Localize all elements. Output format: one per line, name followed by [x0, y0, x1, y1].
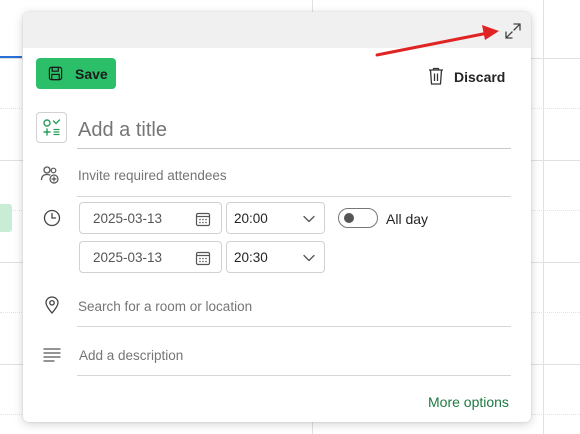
start-time-picker[interactable]: 20:00 — [226, 202, 325, 234]
current-time-indicator — [0, 56, 22, 58]
category-icon — [43, 119, 61, 136]
end-date-value: 2025-03-13 — [93, 250, 163, 265]
expand-diagonal-icon — [505, 23, 521, 39]
start-date-picker[interactable]: 2025-03-13 — [79, 202, 222, 234]
all-day-toggle[interactable] — [338, 208, 378, 228]
attendees-underline — [77, 196, 511, 197]
save-button-label: Save — [75, 66, 108, 82]
calendar-column-divider — [543, 0, 544, 434]
end-time-value: 20:30 — [234, 250, 268, 265]
chevron-down-icon — [303, 254, 315, 262]
toggle-knob — [344, 213, 354, 223]
text-lines-icon — [43, 348, 61, 362]
trash-icon — [429, 67, 443, 85]
save-button[interactable]: Save — [36, 58, 116, 89]
start-time-value: 20:00 — [234, 211, 268, 226]
event-title-input[interactable] — [78, 117, 511, 143]
all-day-label: All day — [386, 211, 429, 227]
selected-slot-indicator — [0, 204, 12, 232]
description-input[interactable] — [79, 345, 499, 365]
location-pin-icon — [45, 296, 59, 314]
calendar-icon — [195, 212, 211, 227]
attendees-input[interactable] — [78, 165, 498, 185]
location-input[interactable] — [78, 296, 498, 316]
chevron-down-icon — [303, 215, 315, 223]
clock-icon — [43, 209, 61, 227]
more-options-link[interactable]: More options — [428, 394, 509, 410]
description-underline — [77, 375, 511, 376]
discard-button-label: Discard — [454, 69, 506, 85]
new-event-popup: Save Discard 2025-03-13 — [23, 12, 531, 422]
popup-header — [23, 12, 531, 48]
expand-button[interactable] — [503, 21, 523, 41]
people-add-icon — [40, 166, 59, 184]
end-date-picker[interactable]: 2025-03-13 — [79, 241, 222, 273]
calendar-icon — [195, 251, 211, 266]
save-disk-icon — [48, 66, 63, 81]
start-date-value: 2025-03-13 — [93, 211, 163, 226]
end-time-picker[interactable]: 20:30 — [226, 241, 325, 273]
title-underline — [77, 148, 511, 149]
category-picker-button[interactable] — [36, 112, 67, 143]
location-underline — [77, 326, 511, 327]
